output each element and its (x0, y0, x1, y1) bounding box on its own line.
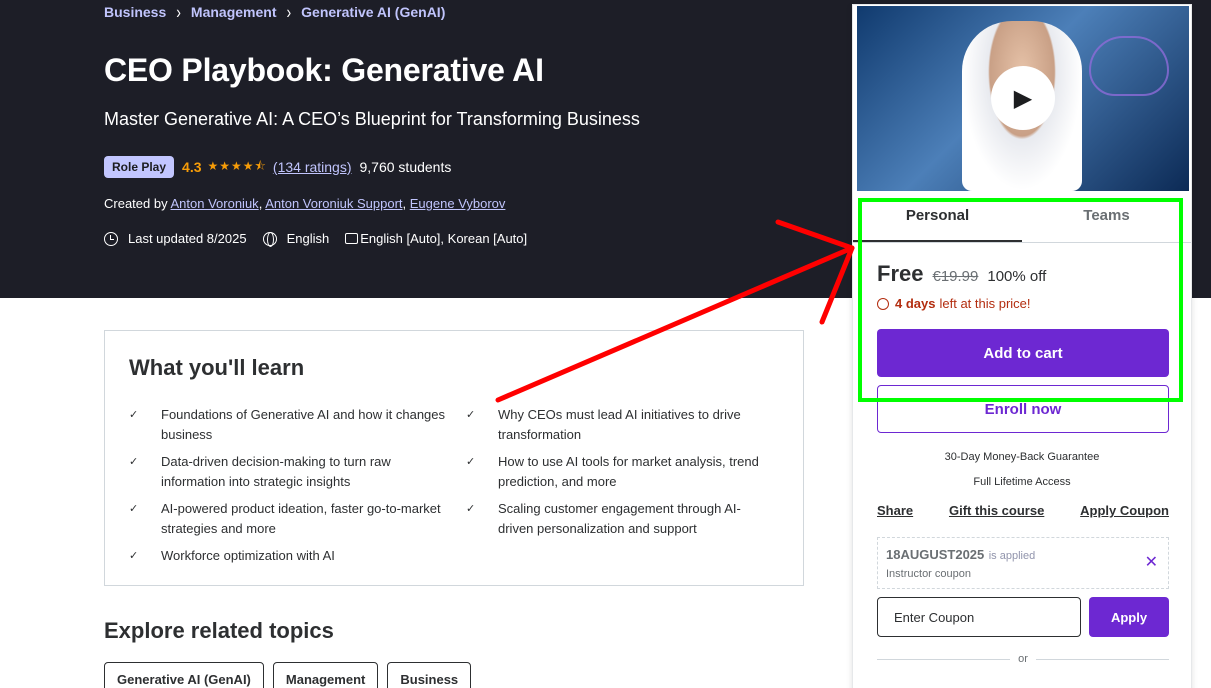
coupon-type: Instructor coupon (886, 568, 971, 580)
coupon-applied-text: is applied (988, 550, 1036, 562)
price-row: Free €19.99 100% off (877, 261, 1046, 287)
learn-list: ✓ Foundations of Generative AI and how it… (129, 405, 781, 567)
learn-item-text: How to use AI tools for market analysis,… (498, 454, 759, 489)
check-icon: ✓ (129, 550, 139, 562)
students-count: 9,760 students (359, 159, 452, 175)
pricing-tabs: Personal Teams (853, 201, 1191, 243)
gift-course-link[interactable]: Gift this course (949, 503, 1044, 518)
coupon-code: 18AUGUST2025 (886, 547, 985, 562)
or-divider: or (877, 653, 1169, 665)
enroll-now-button[interactable]: Enroll now (877, 385, 1169, 433)
course-preview-video[interactable]: ▶ (857, 6, 1189, 191)
course-title: CEO Playbook: Generative AI (104, 52, 544, 88)
tab-teams[interactable]: Teams (1022, 201, 1191, 242)
apply-coupon-link[interactable]: Apply Coupon (1080, 503, 1169, 518)
learn-item-text: Workforce optimization with AI (161, 548, 335, 563)
learn-item: ✓ Data-driven decision-making to turn raw… (129, 452, 466, 491)
created-by: Created by Anton Voroniuk, Anton Voroniu… (104, 196, 506, 211)
author-link-2[interactable]: Anton Voroniuk Support (265, 196, 402, 211)
money-back-guarantee: 30-Day Money-Back Guarantee (944, 451, 1100, 463)
alarm-clock-icon (877, 297, 889, 310)
breadcrumb: Business › Management › Generative AI (G… (104, 1, 445, 23)
check-icon: ✓ (129, 409, 139, 421)
sidebar-links: Share Gift this course Apply Coupon (877, 503, 1169, 518)
captions: English [Auto], Korean [Auto] (360, 231, 528, 246)
clock-icon (104, 231, 118, 246)
check-icon: ✓ (129, 456, 139, 468)
original-price: €19.99 (932, 268, 979, 285)
learn-item-text: Data-driven decision-making to turn raw … (161, 454, 391, 489)
add-to-cart-button[interactable]: Add to cart (877, 329, 1169, 377)
breadcrumb-business[interactable]: Business (104, 4, 166, 20)
or-label: or (1018, 653, 1028, 665)
coupon-input[interactable] (877, 597, 1081, 637)
learn-item: ✓ How to use AI tools for market analysis… (466, 452, 781, 491)
learn-item: ✓ Why CEOs must lead AI initiatives to dr… (466, 405, 781, 444)
learn-item-text: Scaling customer engagement through AI-d… (498, 501, 741, 536)
discount-percent: 100% off (987, 268, 1047, 285)
captions-icon (345, 233, 359, 244)
purchase-sidebar: ▶ Personal Teams Free €19.99 100% off 4 … (852, 4, 1192, 688)
check-icon: ✓ (129, 503, 139, 515)
days-left: 4 days (895, 296, 936, 311)
play-icon[interactable]: ▶ (991, 66, 1055, 130)
author-link-3[interactable]: Eugene Vyborov (410, 196, 506, 211)
divider-line (1035, 658, 1169, 660)
check-icon: ✓ (466, 503, 476, 515)
apply-coupon-button[interactable]: Apply (1089, 597, 1169, 637)
topic-chip[interactable]: Management (272, 662, 379, 688)
brain-graphic (1089, 36, 1169, 96)
learn-item-text: Foundations of Generative AI and how it … (161, 407, 446, 442)
price-timer: 4 days left at this price! (877, 296, 1031, 311)
check-icon: ✓ (466, 409, 476, 421)
close-icon[interactable]: ✕ (1145, 552, 1158, 572)
role-play-badge: Role Play (104, 156, 175, 178)
rating-stars-icon: ★★★★⯪ (207, 158, 267, 173)
days-left-suffix: left at this price! (939, 296, 1031, 311)
learn-item: ✓ Workforce optimization with AI (129, 546, 466, 567)
tab-personal[interactable]: Personal (853, 201, 1022, 242)
current-price: Free (877, 261, 924, 286)
rating-row: Role Play 4.3 ★★★★⯪ (134 ratings) 9,760 … (104, 156, 451, 178)
breadcrumb-genai[interactable]: Generative AI (GenAI) (301, 4, 445, 20)
explore-title: Explore related topics (104, 618, 334, 643)
learn-title: What you'll learn (129, 355, 305, 380)
related-topics: Generative AI (GenAI) Management Busines… (104, 662, 472, 688)
created-by-label: Created by (104, 196, 168, 211)
share-link[interactable]: Share (877, 503, 913, 518)
topic-chip[interactable]: Generative AI (GenAI) (104, 662, 264, 688)
learn-item: ✓ Scaling customer engagement through AI-… (466, 499, 781, 538)
what-youll-learn: What you'll learn ✓ Foundations of Genera… (104, 330, 804, 586)
breadcrumb-management[interactable]: Management (191, 4, 277, 20)
learn-item-text: AI-powered product ideation, faster go-t… (161, 501, 441, 536)
rating-value: 4.3 (182, 159, 202, 175)
last-updated: Last updated 8/2025 (128, 231, 247, 246)
author-link-1[interactable]: Anton Voroniuk (171, 196, 259, 211)
course-subtitle: Master Generative AI: A CEO’s Blueprint … (104, 109, 640, 129)
chevron-right-icon: › (286, 1, 292, 23)
learn-item: ✓ Foundations of Generative AI and how it… (129, 405, 466, 444)
course-meta: Last updated 8/2025 English English [Aut… (104, 231, 528, 247)
ratings-count-link[interactable]: (134 ratings) (273, 159, 352, 175)
globe-icon (262, 231, 277, 247)
applied-coupon: 18AUGUST2025 is applied Instructor coupo… (877, 537, 1169, 589)
check-icon: ✓ (466, 456, 476, 468)
chevron-right-icon: › (176, 1, 181, 23)
language: English (286, 231, 330, 246)
learn-item: ✓ AI-powered product ideation, faster go-… (129, 499, 466, 538)
topic-chip[interactable]: Business (387, 662, 472, 688)
divider-line (877, 658, 1011, 660)
learn-item-text: Why CEOs must lead AI initiatives to dri… (498, 407, 741, 442)
lifetime-access: Full Lifetime Access (973, 476, 1071, 488)
